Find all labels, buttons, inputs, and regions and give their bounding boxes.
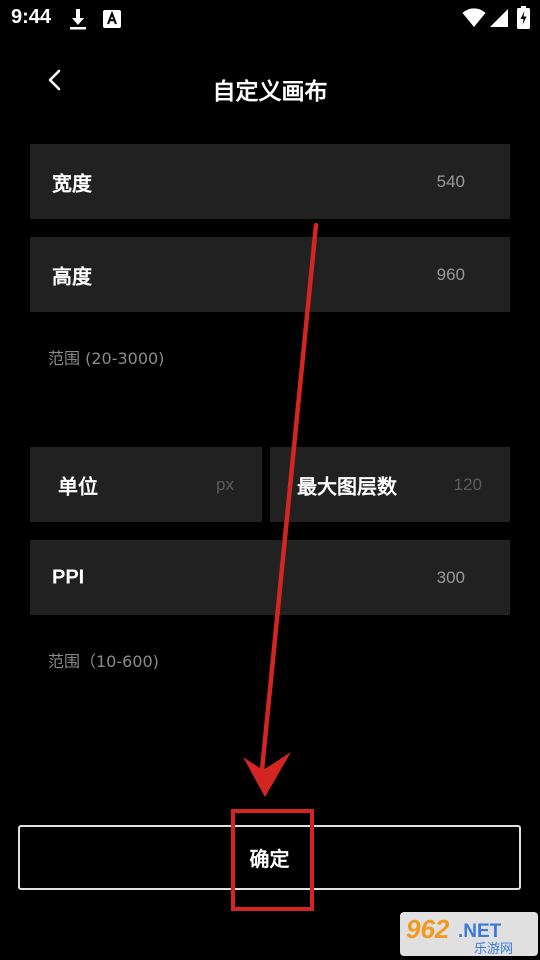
ppi-field[interactable]: PPI 300 [30,540,510,615]
screen: 9:44 自定义画布 宽度 540 高度 960 范围 (20-3000) 单位… [0,0,540,960]
battery-charging-icon [517,6,530,33]
unit-value: px [216,474,234,494]
wifi-icon [462,8,486,32]
size-range-note: 范围 (20-3000) [48,349,165,368]
status-bar: 9:44 [0,0,540,36]
unit-field[interactable]: 单位 px [30,447,262,522]
ppi-label: PPI [52,566,85,588]
status-time: 9:44 [11,6,52,28]
max-layers-field[interactable]: 最大图层数 120 [270,447,510,522]
width-value: 540 [436,171,465,191]
confirm-button[interactable]: 确定 [18,825,521,890]
svg-text:962: 962 [406,914,450,944]
height-field[interactable]: 高度 960 [30,237,510,312]
max-layers-label: 最大图层数 [297,474,397,498]
width-label: 宽度 [52,171,92,195]
signal-icon [489,8,509,32]
height-value: 960 [436,264,465,284]
svg-text:乐游网: 乐游网 [474,942,513,957]
download-icon [68,8,88,34]
svg-text:.NET: .NET [458,921,502,942]
width-field[interactable]: 宽度 540 [30,144,510,219]
height-label: 高度 [52,264,92,288]
page-title: 自定义画布 [212,79,328,105]
confirm-label: 确定 [249,847,290,871]
ppi-value: 300 [436,567,465,587]
watermark-logo: 962 .NET 乐游网 [400,910,538,958]
unit-label: 单位 [58,474,98,498]
a-notification-icon [103,10,121,32]
ppi-range-note: 范围（10-600) [48,652,159,671]
max-layers-value: 120 [453,474,482,494]
